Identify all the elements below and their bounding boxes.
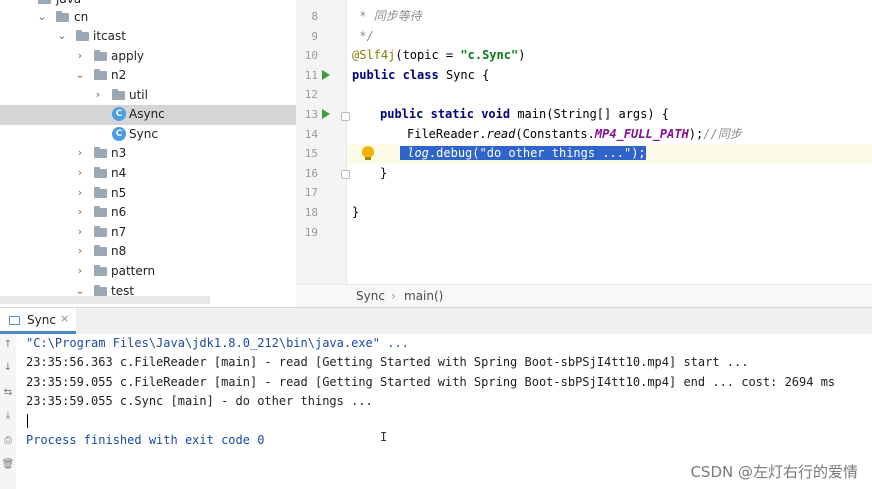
project-tree: java ⌄ cn ⌄ itcast › apply ⌄ n2 › util C…	[0, 0, 296, 307]
print-icon[interactable]: ⎙	[1, 434, 15, 448]
chevron-right-icon[interactable]: ›	[74, 205, 86, 218]
tree-item-pattern[interactable]: › pattern	[0, 262, 296, 282]
chevron-right-icon[interactable]: ›	[74, 244, 86, 257]
line-number: 18	[304, 206, 318, 219]
line-number: 10	[304, 49, 318, 62]
folder-icon	[94, 245, 107, 256]
soft-wrap-icon[interactable]: ⇆	[1, 386, 15, 400]
chevron-right-icon[interactable]: ›	[74, 146, 86, 159]
code-line-9: */	[352, 29, 374, 43]
console-line: 23:35:59.055 c.FileReader [main] - read …	[26, 375, 836, 389]
code-line-14: FileReader.read(Constants.MP4_FULL_PATH)…	[407, 127, 742, 141]
folder-icon	[56, 11, 69, 22]
code-editor[interactable]: 8 9 10 11 12 13 14 15 16 17 18 19 * 同步等待…	[296, 0, 872, 308]
scroll-to-end-icon[interactable]: ⤓	[1, 409, 15, 423]
folder-icon	[76, 30, 89, 41]
chevron-right-icon[interactable]: ›	[74, 49, 86, 62]
tree-item-apply[interactable]: › apply	[0, 47, 296, 67]
tree-item-n4[interactable]: › n4	[0, 164, 296, 184]
scroll-up-icon[interactable]: ↑	[1, 338, 15, 352]
close-icon[interactable]: ×	[60, 312, 69, 325]
folder-icon	[94, 226, 107, 237]
code-line-18: }	[352, 205, 360, 219]
console-toolbar: ↑ ↓ ⇆ ⤓ ⎙ 🗑	[0, 334, 17, 489]
java-class-icon: C	[112, 107, 126, 121]
tree-item-util[interactable]: › util	[0, 86, 296, 106]
line-number: 13	[304, 108, 318, 121]
watermark: CSDN @左灯右行的爱情	[690, 463, 858, 481]
run-tab-sync[interactable]: Sync ×	[0, 308, 76, 334]
folder-icon	[94, 50, 107, 61]
line-number: 19	[304, 226, 318, 239]
chevron-right-icon[interactable]: ›	[74, 264, 86, 277]
tree-item-n3[interactable]: › n3	[0, 144, 296, 164]
ibeam-cursor-icon: I	[380, 430, 388, 444]
tree-item-sync[interactable]: C Sync	[0, 125, 296, 145]
editor-breadcrumb: Sync › main()	[296, 284, 872, 308]
breadcrumb-item-main[interactable]: main()	[404, 289, 443, 303]
fold-marker-icon[interactable]	[341, 112, 350, 121]
line-number: 9	[311, 30, 318, 43]
line-number: 16	[304, 167, 318, 180]
line-number: 15	[304, 147, 318, 160]
run-main-icon[interactable]	[322, 109, 330, 119]
scroll-down-icon[interactable]: ↓	[1, 361, 15, 375]
tree-item-itcast[interactable]: ⌄ itcast	[0, 27, 296, 47]
tree-item-cn[interactable]: ⌄ cn	[0, 8, 296, 28]
code-area[interactable]: * 同步等待 */ @Slf4j(topic = "c.Sync") publi…	[352, 0, 872, 284]
trash-icon[interactable]: 🗑	[1, 458, 15, 472]
folder-icon	[94, 69, 107, 80]
line-number: 12	[304, 88, 318, 101]
folder-icon	[112, 89, 125, 100]
tree-item-n8[interactable]: › n8	[0, 242, 296, 262]
code-line-15-selected[interactable]: log.debug("do other things ...");	[400, 144, 646, 163]
chevron-right-icon[interactable]: ›	[74, 186, 86, 199]
chevron-right-icon[interactable]: ›	[74, 166, 86, 179]
folder-icon	[94, 265, 107, 276]
tree-item-n6[interactable]: › n6	[0, 203, 296, 223]
folder-icon	[94, 206, 107, 217]
editor-gutter: 8 9 10 11 12 13 14 15 16 17 18 19	[296, 0, 350, 284]
tree-item-n5[interactable]: › n5	[0, 184, 296, 204]
console-line-exit: Process finished with exit code 0	[26, 433, 265, 447]
tree-item-async[interactable]: C Async	[0, 105, 296, 125]
chevron-down-icon[interactable]: ⌄	[36, 10, 48, 23]
chevron-right-icon[interactable]: ›	[92, 88, 104, 101]
java-class-icon: C	[112, 127, 126, 141]
tree-item-n7[interactable]: › n7	[0, 223, 296, 243]
folder-icon	[94, 285, 107, 296]
breadcrumb-item-sync[interactable]: Sync	[356, 289, 385, 303]
folder-icon	[94, 187, 107, 198]
code-line-13: public static void main(String[] args) {	[380, 107, 670, 121]
code-line-16: }	[380, 166, 388, 180]
line-number: 8	[311, 10, 318, 23]
run-tool-window-header: Sync ×	[0, 307, 872, 335]
folder-icon	[94, 147, 107, 158]
run-config-icon	[9, 316, 20, 325]
folder-icon	[38, 0, 51, 4]
code-line-8: * 同步等待	[352, 9, 422, 23]
folder-icon	[94, 167, 107, 178]
console-line: 23:35:56.363 c.FileReader [main] - read …	[26, 355, 749, 369]
text-caret	[27, 414, 28, 428]
breadcrumb-separator: ›	[391, 289, 396, 303]
tree-horizontal-scrollbar[interactable]	[0, 296, 210, 304]
console-line: 23:35:59.055 c.Sync [main] - do other th…	[26, 394, 373, 408]
run-class-icon[interactable]	[322, 70, 330, 80]
code-line-10: @Slf4j(topic = "c.Sync")	[352, 48, 526, 62]
chevron-down-icon[interactable]: ⌄	[56, 29, 68, 42]
line-number: 17	[304, 186, 318, 199]
console-line: "C:\Program Files\Java\jdk1.8.0_212\bin\…	[26, 336, 409, 350]
chevron-down-icon[interactable]: ⌄	[74, 68, 86, 81]
line-number: 11	[304, 69, 318, 82]
code-line-11: public class Sync {	[352, 68, 490, 82]
chevron-right-icon[interactable]: ›	[74, 225, 86, 238]
fold-marker-icon[interactable]	[341, 170, 350, 179]
line-number: 14	[304, 128, 318, 141]
tree-item-n2[interactable]: ⌄ n2	[0, 66, 296, 86]
